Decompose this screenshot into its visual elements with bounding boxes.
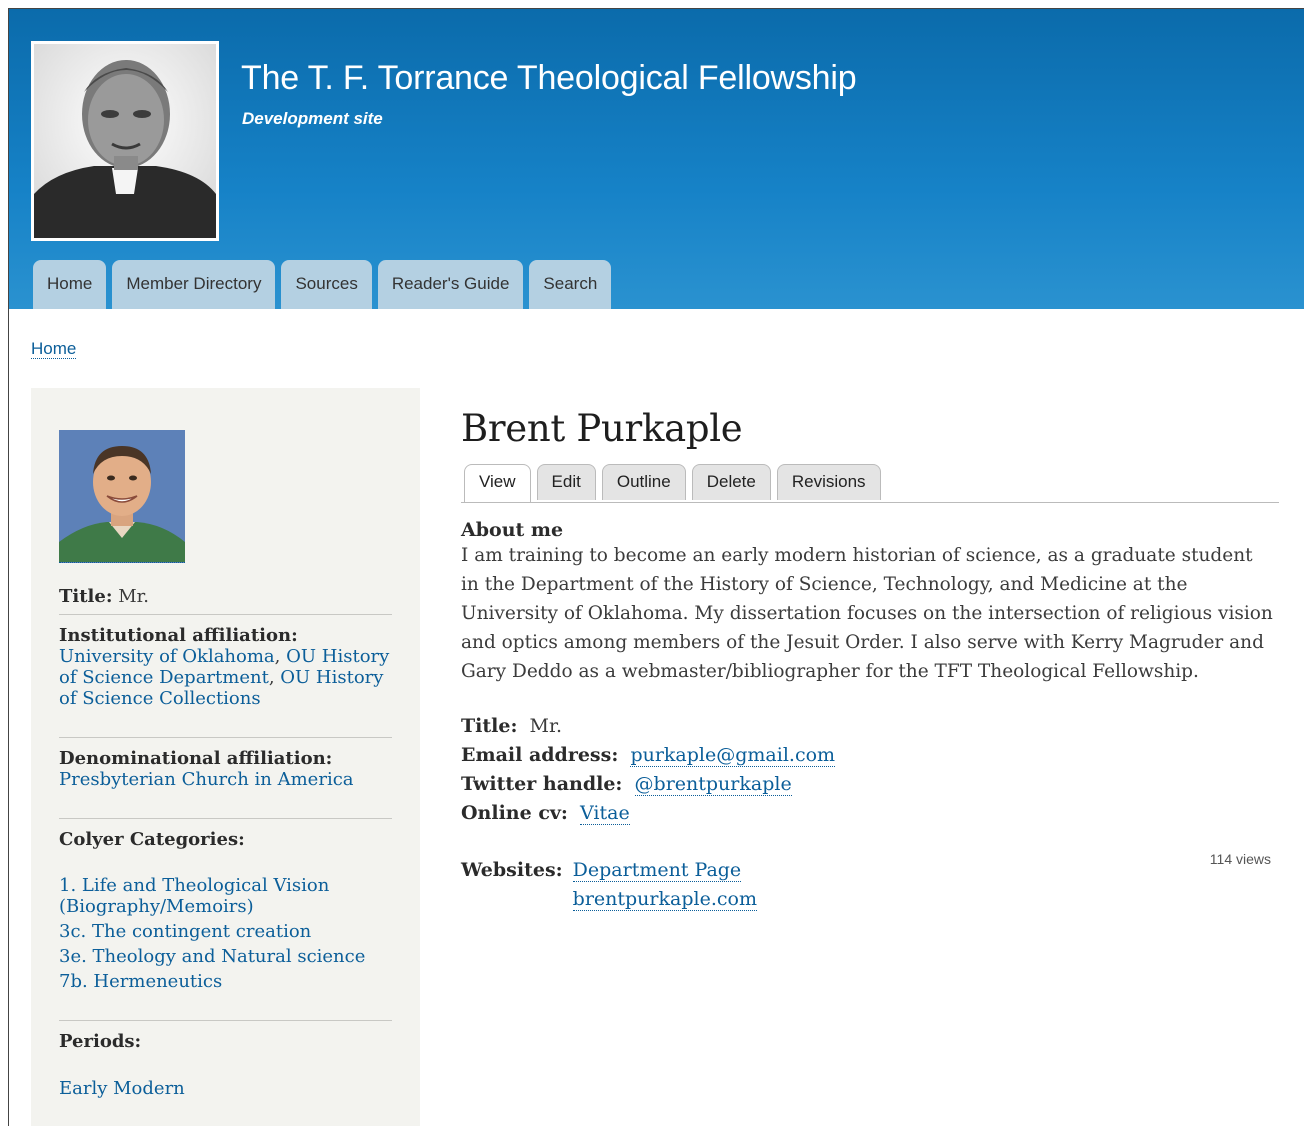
about-me-text: I am training to become an early modern … <box>461 545 1273 682</box>
websites-field: Websites: Department Page brentpurkaple.… <box>461 856 1279 914</box>
nav-tab-home[interactable]: Home <box>33 260 107 309</box>
email-field: Email address: purkaple@gmail.com <box>461 741 1279 770</box>
tab-edit[interactable]: Edit <box>536 464 596 500</box>
breadcrumb-home-link[interactable]: Home <box>31 339 77 359</box>
breadcrumb: Home <box>31 339 77 359</box>
nav-tab-search[interactable]: Search <box>529 260 612 309</box>
title-label: Title: <box>461 715 518 737</box>
view-count: 114 views <box>1209 851 1271 867</box>
website-link-department-page[interactable]: Department Page <box>572 859 742 882</box>
email-link[interactable]: purkaple@gmail.com <box>630 744 836 767</box>
nav-tab-sources[interactable]: Sources <box>281 260 372 309</box>
denominational-affiliation-field: Denominational affiliation: Presbyterian… <box>59 748 392 790</box>
online-cv-label: Online cv: <box>461 802 568 824</box>
portrait-image <box>34 44 216 238</box>
periods-field: Periods: Early Modern <box>59 1031 392 1099</box>
title-field: Title: Mr. <box>461 712 1279 741</box>
twitter-link[interactable]: @brentpurkaple <box>634 773 792 796</box>
colyer-categories-label: Colyer Categories: <box>59 829 245 850</box>
site-header: The T. F. Torrance Theological Fellowshi… <box>9 9 1304 309</box>
nav-tab-readers-guide[interactable]: Reader's Guide <box>377 260 524 309</box>
colyer-category-item[interactable]: 3c. The contingent creation <box>59 921 392 942</box>
site-slogan: Development site <box>242 109 383 128</box>
affiliation-link-university-of-oklahoma[interactable]: University of Oklahoma <box>59 646 275 667</box>
institutional-affiliation-field: Institutional affiliation: University of… <box>59 625 390 709</box>
divider <box>59 737 392 738</box>
divider <box>59 614 392 615</box>
avatar-image <box>59 430 185 562</box>
online-cv-link[interactable]: Vitae <box>580 802 630 825</box>
divider <box>59 1020 392 1021</box>
divider <box>59 818 392 819</box>
institutional-affiliation-label: Institutional affiliation: <box>59 625 298 646</box>
main-content: Brent Purkaple View Edit Outline Delete … <box>461 407 1279 914</box>
profile-sidebar: Title: Mr. Institutional affiliation: Un… <box>31 388 420 1126</box>
twitter-field: Twitter handle: @brentpurkaple <box>461 770 1279 799</box>
denomination-link[interactable]: Presbyterian Church in America <box>59 769 354 790</box>
local-tabs: View Edit Outline Delete Revisions <box>461 464 1279 503</box>
colyer-categories-field: Colyer Categories: 1. Life and Theologic… <box>59 829 392 992</box>
title-value: Mr. <box>529 715 563 737</box>
site-logo-portrait[interactable] <box>31 41 219 241</box>
page-title: Brent Purkaple <box>461 407 743 450</box>
email-label: Email address: <box>461 744 619 766</box>
period-link-early-modern[interactable]: Early Modern <box>59 1078 185 1099</box>
primary-nav: Home Member Directory Sources Reader's G… <box>33 260 612 309</box>
tab-delete[interactable]: Delete <box>691 464 771 500</box>
periods-label: Periods: <box>59 1031 142 1052</box>
about-me-heading: About me <box>461 519 564 541</box>
colyer-category-item[interactable]: 3e. Theology and Natural science <box>59 946 392 967</box>
sidebar-title-label: Title: <box>59 586 113 607</box>
website-link-personal[interactable]: brentpurkaple.com <box>572 888 757 911</box>
colyer-category-item[interactable]: 1. Life and Theological Vision (Biograph… <box>59 875 392 917</box>
avatar[interactable] <box>59 430 185 563</box>
nav-tab-member-directory[interactable]: Member Directory <box>112 260 276 309</box>
colyer-category-item[interactable]: 7b. Hermeneutics <box>59 971 392 992</box>
twitter-label: Twitter handle: <box>461 773 623 795</box>
profile-info: Title: Mr. Email address: purkaple@gmail… <box>461 712 1279 914</box>
tab-revisions[interactable]: Revisions <box>776 464 881 500</box>
tab-view[interactable]: View <box>464 464 531 502</box>
websites-label: Websites: <box>461 859 563 881</box>
sidebar-title-value: Mr. <box>118 586 149 607</box>
denominational-affiliation-label: Denominational affiliation: <box>59 748 333 769</box>
site-name[interactable]: The T. F. Torrance Theological Fellowshi… <box>241 59 857 98</box>
tab-outline[interactable]: Outline <box>601 464 686 500</box>
online-cv-field: Online cv: Vitae <box>461 799 1279 828</box>
sidebar-title-field: Title: Mr. <box>59 586 392 607</box>
page-frame: The T. F. Torrance Theological Fellowshi… <box>8 8 1304 1126</box>
